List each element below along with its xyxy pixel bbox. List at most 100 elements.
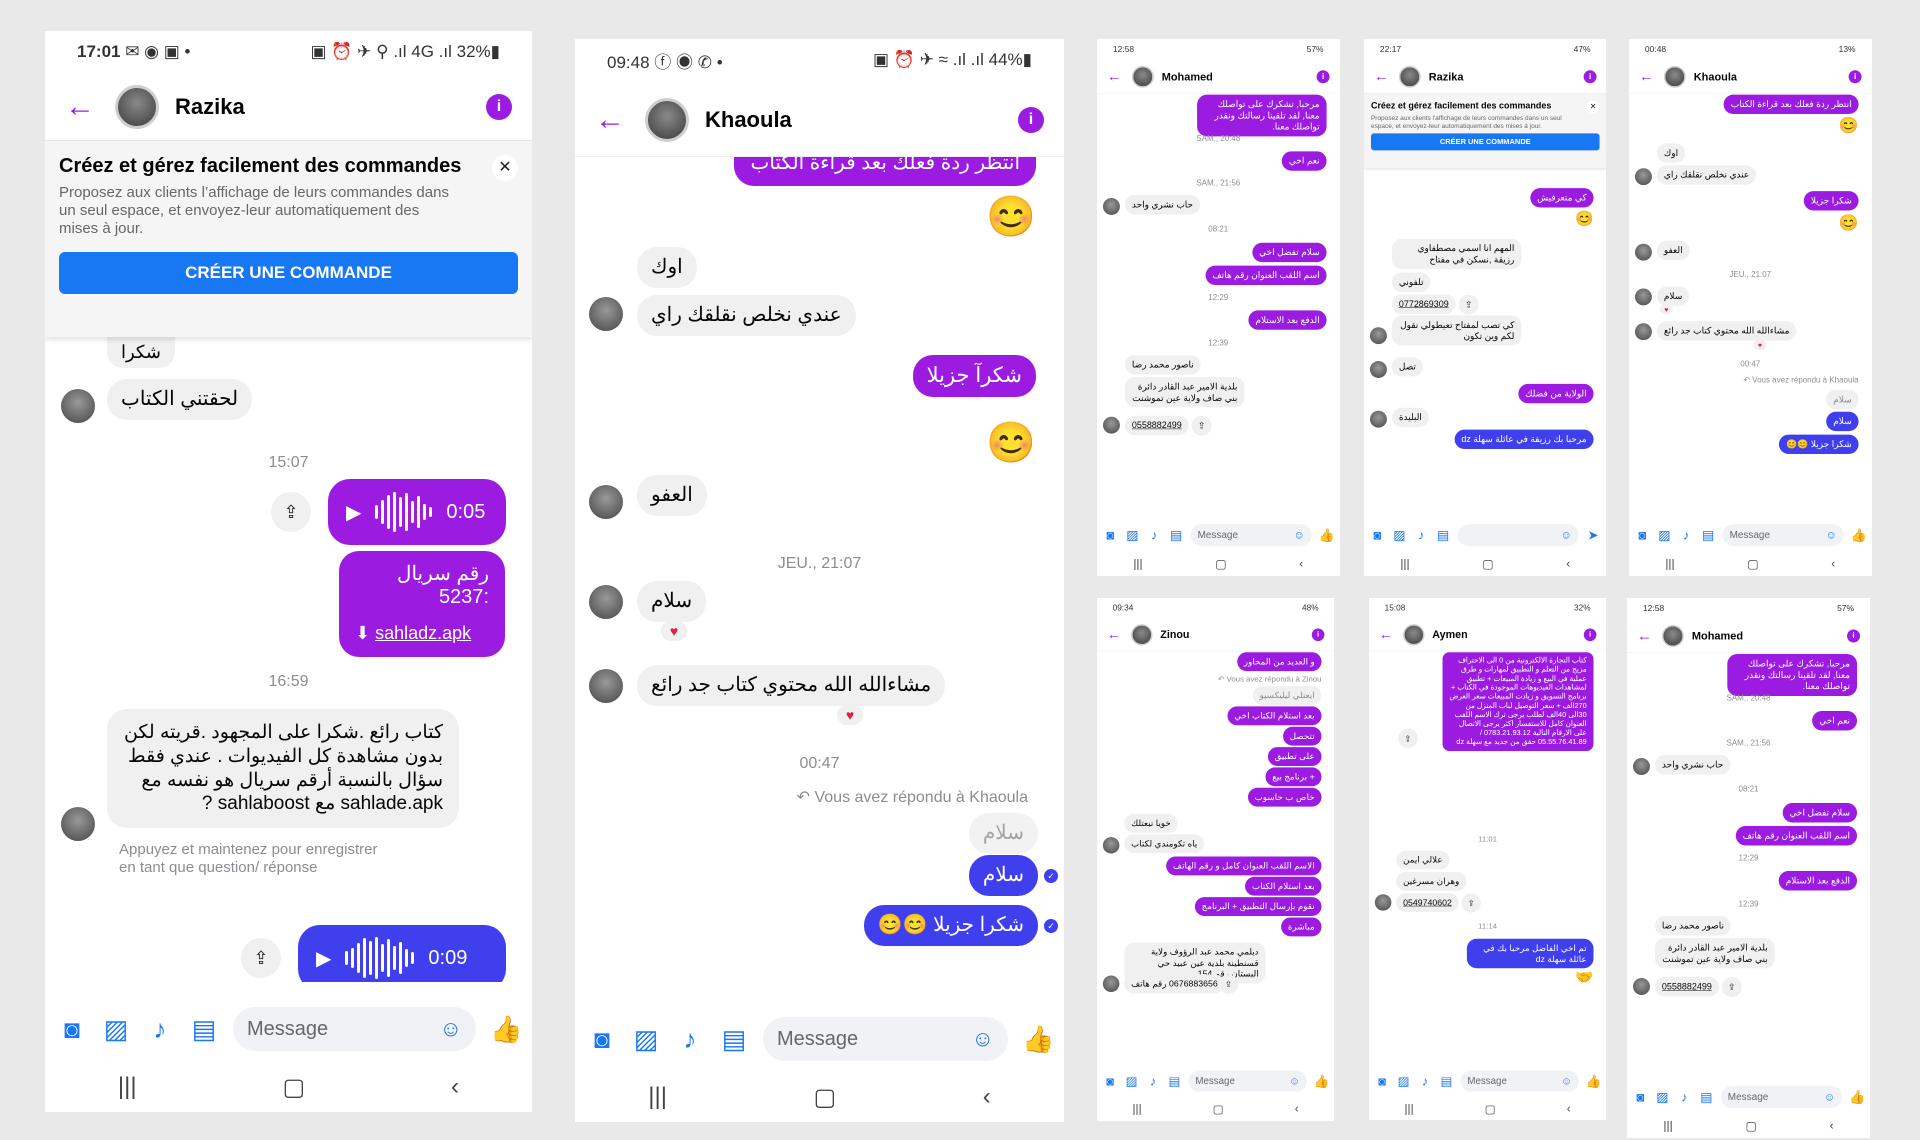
avatar[interactable] [1403,623,1425,646]
message-input[interactable]: Message ☺ [1720,1086,1843,1108]
message-input[interactable]: Message ☺ [763,1017,1008,1061]
phone-number-message[interactable]: 0558882499 [1654,977,1719,997]
play-icon[interactable]: ▶ [346,500,361,525]
camera-icon[interactable]: ◙ [1635,527,1650,542]
thumbs-up-icon[interactable]: 👍 [1849,1089,1865,1105]
share-icon[interactable]: ⇪ [1458,294,1479,315]
camera-icon[interactable]: ◙ [1375,1074,1390,1089]
briefcase-icon[interactable]: ▤ [1439,1074,1454,1089]
image-icon[interactable]: ▨ [1396,1074,1411,1089]
thumbs-up-icon[interactable]: 👍 [1314,1074,1330,1089]
share-icon[interactable]: ⇪ [1191,415,1212,436]
briefcase-icon[interactable]: ▤ [1167,1074,1182,1089]
back-icon[interactable]: ‹ [1566,557,1570,571]
microphone-icon[interactable]: ♪ [1147,527,1162,542]
briefcase-icon[interactable]: ▤ [189,1014,219,1045]
emoji-icon[interactable]: ☺ [440,1016,462,1042]
info-icon[interactable]: i [1847,629,1861,643]
avatar[interactable] [1131,65,1154,88]
message-input[interactable]: Message ☺ [1190,524,1312,546]
create-order-button[interactable]: CRÉER UNE COMMANDE [1370,133,1600,151]
home-icon[interactable]: ▢ [1482,557,1493,571]
camera-icon[interactable]: ◙ [1103,527,1118,542]
emoji-icon[interactable]: ☺ [1561,1075,1572,1088]
microphone-icon[interactable]: ♪ [675,1024,705,1055]
info-icon[interactable]: i [1583,628,1597,641]
create-order-button[interactable]: CRÉER UNE COMMANDE [59,252,518,294]
avatar[interactable] [1398,65,1421,88]
avatar[interactable] [1661,624,1684,647]
avatar[interactable] [645,97,689,142]
close-icon[interactable]: ✕ [1586,100,1600,114]
info-icon[interactable]: i [1311,628,1325,641]
recent-apps-icon[interactable]: ||| [1665,557,1674,571]
camera-icon[interactable]: ◙ [587,1024,617,1055]
heart-reaction-icon[interactable]: ♥ [1753,340,1767,351]
home-icon[interactable]: ▢ [1746,1119,1757,1134]
recent-apps-icon[interactable]: ||| [648,1083,667,1111]
back-arrow-icon[interactable]: ← [595,103,645,137]
recent-apps-icon[interactable]: ||| [1133,1102,1142,1116]
heart-reaction-icon[interactable]: ♥ [661,621,687,641]
back-arrow-icon[interactable]: ← [1379,626,1403,642]
contact-name[interactable]: Razika [175,94,486,120]
message-input[interactable]: Message ☺ [1460,1070,1579,1092]
image-icon[interactable]: ▨ [101,1014,131,1045]
image-icon[interactable]: ▨ [1657,527,1672,542]
recent-apps-icon[interactable]: ||| [1133,557,1142,571]
contact-name[interactable]: Mohamed [1692,629,1847,642]
microphone-icon[interactable]: ♪ [1679,527,1694,542]
emoji-icon[interactable]: ☺ [1289,1075,1300,1088]
message-input[interactable]: Message ☺ [1722,524,1844,546]
link-url[interactable]: sahladz.apk [375,623,471,643]
image-icon[interactable]: ▨ [1124,1074,1139,1089]
image-icon[interactable]: ▨ [631,1024,661,1055]
thumbs-up-icon[interactable]: 👍 [1851,527,1867,542]
recent-apps-icon[interactable]: ||| [118,1073,137,1101]
briefcase-icon[interactable]: ▤ [1436,527,1451,542]
info-icon[interactable]: i [1583,70,1597,83]
emoji-icon[interactable]: ☺ [1825,529,1836,542]
briefcase-icon[interactable]: ▤ [1169,527,1184,542]
close-icon[interactable]: ✕ [492,155,518,181]
camera-icon[interactable]: ◙ [1103,1074,1118,1089]
thumbs-up-icon[interactable]: 👍 [1319,527,1335,542]
share-icon[interactable]: ⇪ [1218,974,1239,994]
contact-name[interactable]: Aymen [1432,628,1583,641]
thumbs-up-icon[interactable]: 👍 [490,1014,522,1045]
microphone-icon[interactable]: ♪ [1418,1074,1433,1089]
recent-apps-icon[interactable]: ||| [1663,1119,1672,1133]
message-input[interactable]: ☺ [1457,524,1579,546]
back-arrow-icon[interactable]: ← [1639,68,1664,85]
avatar[interactable] [115,84,159,129]
voice-message[interactable]: ▶ 0:05 [328,479,506,545]
home-icon[interactable]: ▢ [282,1073,305,1102]
back-icon[interactable]: ‹ [1299,557,1303,571]
thumbs-up-icon[interactable]: 👍 [1022,1024,1054,1055]
camera-icon[interactable]: ◙ [57,1014,87,1045]
thumbs-up-icon[interactable]: 👍 [1586,1074,1602,1089]
message-input[interactable]: Message ☺ [233,1007,476,1051]
info-icon[interactable]: i [486,93,512,120]
briefcase-icon[interactable]: ▤ [719,1024,749,1055]
contact-name[interactable]: Mohamed [1162,70,1317,83]
share-icon[interactable]: ⇪ [1461,893,1482,913]
back-icon[interactable]: ‹ [1830,1119,1834,1133]
image-icon[interactable]: ▨ [1125,527,1140,542]
image-icon[interactable]: ▨ [1655,1089,1670,1105]
link-message[interactable]: رقم سريال :5237 ⬇ sahladz.apk [339,551,505,657]
back-arrow-icon[interactable]: ← [1107,626,1131,642]
play-icon[interactable]: ▶ [316,946,331,971]
home-icon[interactable]: ▢ [1747,557,1758,571]
back-icon[interactable]: ‹ [451,1073,459,1101]
briefcase-icon[interactable]: ▤ [1699,1089,1714,1105]
microphone-icon[interactable]: ♪ [145,1014,175,1045]
share-icon[interactable]: ⇪ [1398,728,1418,749]
info-icon[interactable]: i [1848,70,1862,83]
recent-apps-icon[interactable]: ||| [1400,557,1409,571]
back-icon[interactable]: ‹ [983,1083,991,1111]
heart-reaction-icon[interactable]: ♥ [837,705,863,725]
contact-name[interactable]: Razika [1429,70,1584,83]
contact-name[interactable]: Khaoula [705,107,1018,133]
back-arrow-icon[interactable]: ← [65,90,115,124]
